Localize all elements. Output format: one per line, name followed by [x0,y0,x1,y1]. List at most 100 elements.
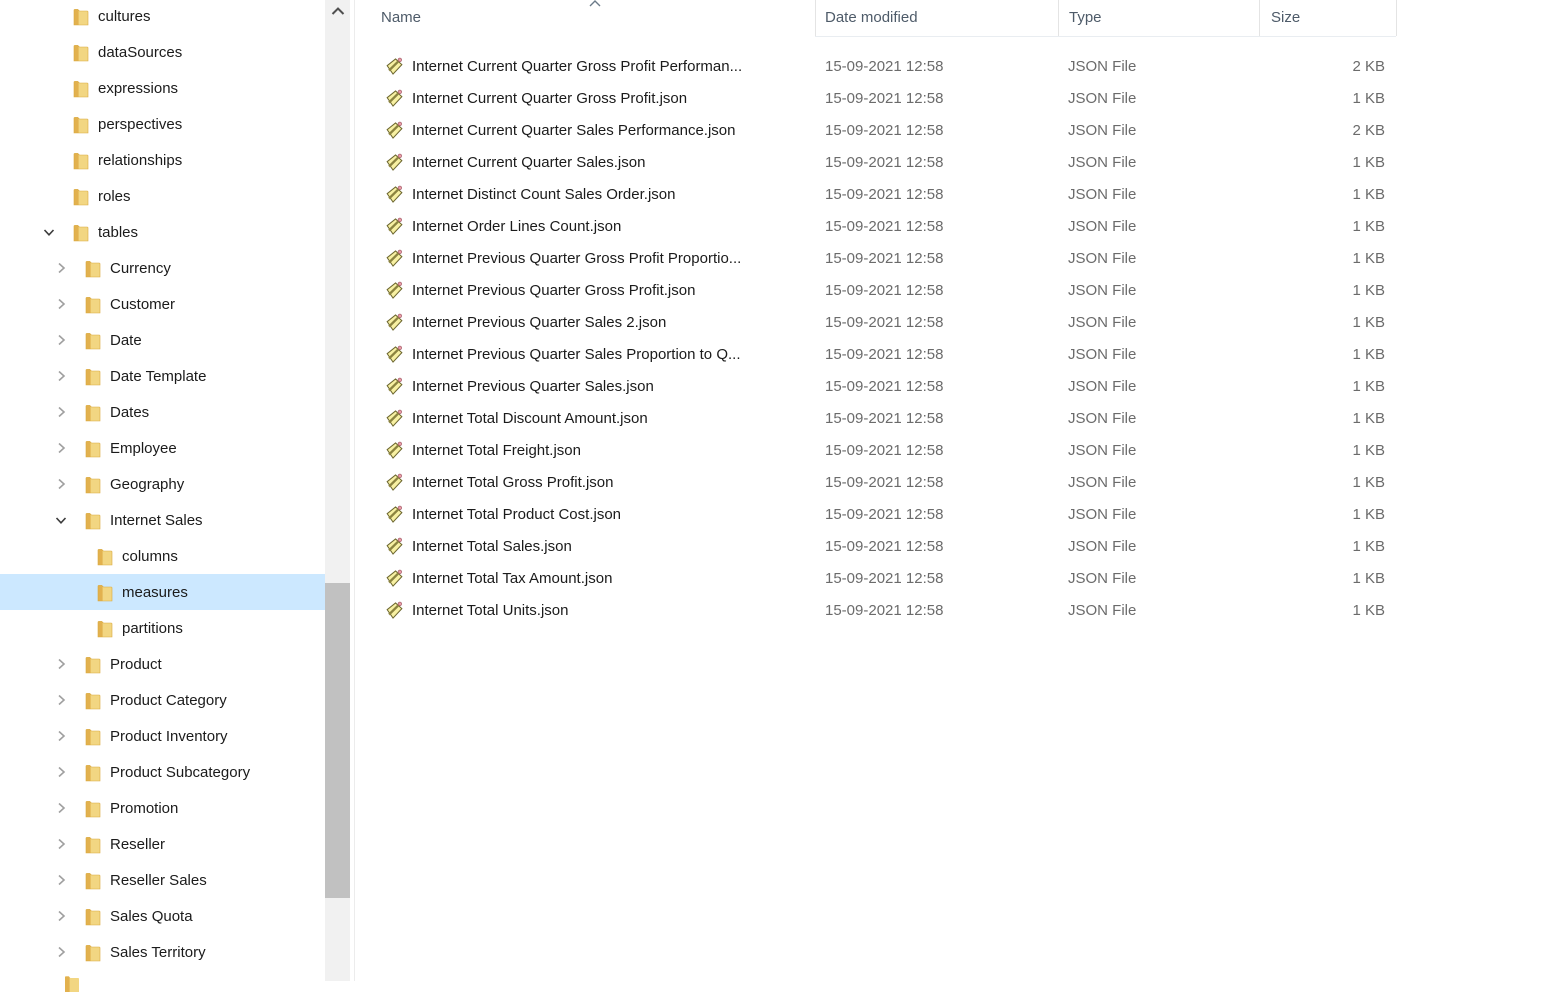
file-size: 1 KB [1259,186,1387,203]
file-row[interactable]: Internet Total Product Cost.json 15-09-2… [355,498,1455,530]
tree-expander[interactable] [40,223,58,241]
file-name: Internet Current Quarter Gross Profit Pe… [412,58,742,75]
file-row[interactable]: Internet Total Tax Amount.json 15-09-202… [355,562,1455,594]
sidebar-item-roles[interactable]: roles [0,178,325,214]
file-date-modified: 15-09-2021 12:58 [815,314,1058,331]
sidebar-item-partitions[interactable]: partitions [0,610,325,646]
tree-expander[interactable] [52,871,70,889]
sidebar-item-promotion[interactable]: Promotion [0,790,325,826]
tree-expander[interactable] [52,835,70,853]
sidebar-item-date-template[interactable]: Date Template [0,358,325,394]
scrollbar-thumb[interactable] [325,583,350,898]
tree-expander[interactable] [52,907,70,925]
file-row[interactable]: Internet Current Quarter Sales Performan… [355,114,1455,146]
file-date-modified: 15-09-2021 12:58 [815,346,1058,363]
tree-item-label: Product Category [110,692,227,709]
tree-expander[interactable] [52,763,70,781]
column-separator[interactable] [1396,0,1397,36]
tree-item-label: perspectives [98,116,182,133]
column-header-name[interactable]: Name [381,9,421,26]
sidebar-item-relationships[interactable]: relationships [0,142,325,178]
tree-expander[interactable] [40,43,58,61]
file-row[interactable]: Internet Total Units.json 15-09-2021 12:… [355,594,1455,626]
sidebar-item-dates[interactable]: Dates [0,394,325,430]
sidebar-item-geography[interactable]: Geography [0,466,325,502]
column-separator[interactable] [1259,0,1260,36]
file-date-modified: 15-09-2021 12:58 [815,506,1058,523]
file-row[interactable]: Internet Total Gross Profit.json 15-09-2… [355,466,1455,498]
sidebar-item-customer[interactable]: Customer [0,286,325,322]
file-row[interactable]: Internet Current Quarter Sales.json 15-0… [355,146,1455,178]
tree-expander[interactable] [52,475,70,493]
sidebar-item-product-category[interactable]: Product Category [0,682,325,718]
tree-expander[interactable] [52,259,70,277]
tree-expander[interactable] [52,943,70,961]
tree-expander[interactable] [40,151,58,169]
tree-expander[interactable] [64,547,82,565]
tree-item-label: Internet Sales [110,512,203,529]
tree-expander[interactable] [40,115,58,133]
sidebar-item-date[interactable]: Date [0,322,325,358]
tree-expander[interactable] [52,691,70,709]
tree-expander[interactable] [52,295,70,313]
folder-icon [84,654,102,674]
file-row[interactable]: Internet Total Freight.json 15-09-2021 1… [355,434,1455,466]
sidebar-item-sales-territory[interactable]: Sales Territory [0,934,325,970]
sidebar-item-reseller-sales[interactable]: Reseller Sales [0,862,325,898]
tree-expander[interactable] [40,79,58,97]
folder-icon [72,78,90,98]
sidebar-item-datasources[interactable]: dataSources [0,34,325,70]
sidebar-item-product-subcategory[interactable]: Product Subcategory [0,754,325,790]
file-date-modified: 15-09-2021 12:58 [815,58,1058,75]
tree-expander[interactable] [52,403,70,421]
column-header-type[interactable]: Type [1069,9,1102,26]
file-row[interactable]: Internet Previous Quarter Sales.json 15-… [355,370,1455,402]
sidebar-scrollbar[interactable] [325,0,350,981]
tree-expander[interactable] [52,727,70,745]
tree-expander[interactable] [64,583,82,601]
file-row[interactable]: Internet Current Quarter Gross Profit Pe… [355,50,1455,82]
file-size: 1 KB [1259,282,1387,299]
sidebar-item-expressions[interactable]: expressions [0,70,325,106]
sidebar-item-employee[interactable]: Employee [0,430,325,466]
sidebar-item-currency[interactable]: Currency [0,250,325,286]
file-row[interactable]: Internet Total Discount Amount.json 15-0… [355,402,1455,434]
sidebar-item-columns[interactable]: columns [0,538,325,574]
sidebar-item-product-inventory[interactable]: Product Inventory [0,718,325,754]
file-row[interactable]: Internet Previous Quarter Gross Profit.j… [355,274,1455,306]
file-date-modified: 15-09-2021 12:58 [815,154,1058,171]
sidebar-item-tables[interactable]: tables [0,214,325,250]
scrollbar-up-button[interactable] [325,0,350,22]
file-row[interactable]: Internet Current Quarter Gross Profit.js… [355,82,1455,114]
file-row[interactable]: Internet Total Sales.json 15-09-2021 12:… [355,530,1455,562]
file-row[interactable]: Internet Distinct Count Sales Order.json… [355,178,1455,210]
file-row[interactable]: Internet Previous Quarter Sales Proporti… [355,338,1455,370]
sidebar-item-cultures[interactable]: cultures [0,0,325,34]
sidebar-item-internet-sales[interactable]: Internet Sales [0,502,325,538]
column-separator[interactable] [1058,0,1059,36]
sidebar-item-product[interactable]: Product [0,646,325,682]
file-row[interactable]: Internet Previous Quarter Gross Profit P… [355,242,1455,274]
tree-expander[interactable] [40,187,58,205]
file-row[interactable]: Internet Order Lines Count.json 15-09-20… [355,210,1455,242]
folder-icon [84,258,102,278]
tree-expander[interactable] [52,331,70,349]
file-name: Internet Previous Quarter Sales 2.json [412,314,666,331]
tree-expander[interactable] [52,367,70,385]
tree-item-label: Date Template [110,368,206,385]
tree-expander[interactable] [52,439,70,457]
tree-expander[interactable] [52,799,70,817]
tree-expander[interactable] [52,511,70,529]
tree-expander[interactable] [64,619,82,637]
file-row[interactable]: Internet Previous Quarter Sales 2.json 1… [355,306,1455,338]
sidebar-item-reseller[interactable]: Reseller [0,826,325,862]
column-separator[interactable] [815,0,816,36]
sidebar-item-measures[interactable]: measures [0,574,325,610]
column-header-date-modified[interactable]: Date modified [825,9,918,26]
tree-expander[interactable] [40,7,58,25]
column-header-size[interactable]: Size [1271,9,1300,26]
sidebar-item-perspectives[interactable]: perspectives [0,106,325,142]
tree-expander[interactable] [52,655,70,673]
sidebar-item-sales-quota[interactable]: Sales Quota [0,898,325,934]
file-type: JSON File [1058,154,1259,171]
